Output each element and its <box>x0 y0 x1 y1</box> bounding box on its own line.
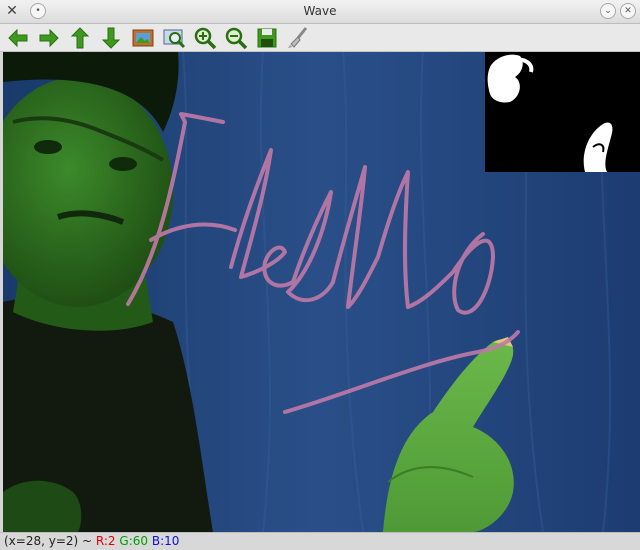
arrow-down-icon[interactable] <box>99 26 123 50</box>
arrow-up-icon[interactable] <box>68 26 92 50</box>
status-coords: (x=28, y=2) ~ <box>4 534 93 548</box>
zoom-fit-icon[interactable] <box>162 26 186 50</box>
status-blue-value: B:10 <box>151 534 180 548</box>
close-button[interactable]: ✕ <box>620 3 636 19</box>
arrow-left-icon[interactable] <box>6 26 30 50</box>
minimize-button[interactable]: ⌄ <box>600 3 616 19</box>
toolbar <box>0 24 640 52</box>
image-canvas[interactable] <box>3 52 640 532</box>
image-icon[interactable] <box>131 26 155 50</box>
save-icon[interactable] <box>255 26 279 50</box>
brush-icon[interactable] <box>286 26 310 50</box>
zoom-out-icon[interactable] <box>224 26 248 50</box>
window-title: Wave <box>303 4 337 18</box>
status-green-value: G:60 <box>119 534 149 548</box>
title-bar: ✕ • Wave ⌄ ✕ <box>0 0 640 24</box>
mask-preview <box>485 52 640 172</box>
status-bar: (x=28, y=2) ~ R:2 G:60 B:10 <box>0 532 640 550</box>
status-red-value: R:2 <box>95 534 116 548</box>
zoom-in-icon[interactable] <box>193 26 217 50</box>
arrow-right-icon[interactable] <box>37 26 61 50</box>
